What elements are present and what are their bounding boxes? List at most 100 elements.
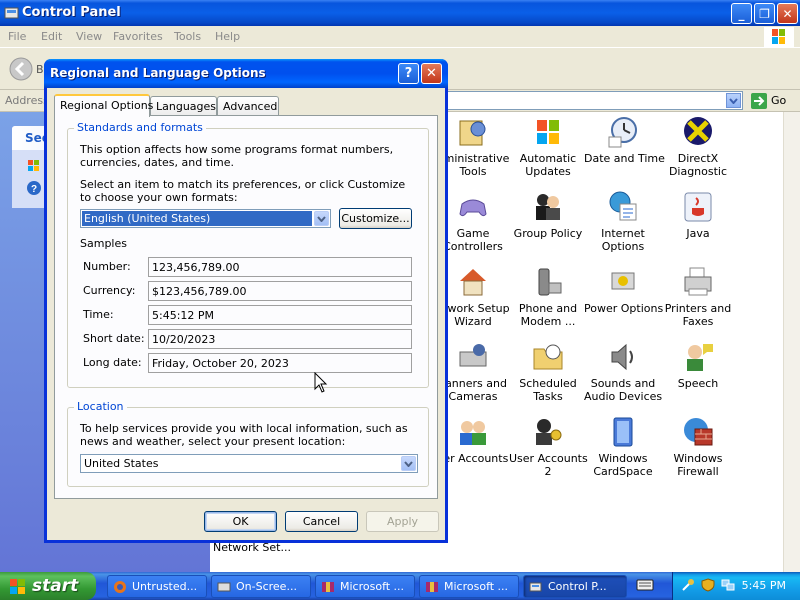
- dialog-title: Regional and Language Options: [50, 66, 266, 80]
- cp-item-label: Internet Options: [601, 227, 645, 253]
- users-group-icon: [536, 194, 560, 220]
- sample-number-label: Number:: [83, 260, 131, 273]
- control-panel-titlebar[interactable]: Control Panel _ ❐ ✕: [0, 0, 800, 26]
- cp-item-label: DirectX Diagnostic: [668, 152, 728, 178]
- menu-edit[interactable]: Edit: [41, 30, 62, 43]
- menu-bar: File Edit View Favorites Tools Help: [0, 26, 800, 48]
- help-icon[interactable]: ?: [26, 180, 42, 196]
- cp-item-windows-cardspace[interactable]: Windows CardSpace: [584, 415, 662, 478]
- cp-item-sounds-and-audio[interactable]: Sounds and Audio Devices: [584, 340, 662, 403]
- archive-icon: [426, 582, 438, 592]
- menu-favorites[interactable]: Favorites: [113, 30, 163, 43]
- cp-item-printers-and-faxes[interactable]: Printers and Faxes: [659, 265, 737, 328]
- address-label: Address: [5, 94, 49, 107]
- shield-icon[interactable]: [701, 578, 715, 592]
- cp-item-directx-diagnostic[interactable]: DirectX Diagnostic: [659, 115, 737, 178]
- cp-item-power-options[interactable]: Power Options: [584, 265, 664, 315]
- svg-text:?: ?: [31, 184, 37, 195]
- dialog-close-button[interactable]: ✕: [421, 63, 442, 84]
- cp-item-label: Power Options: [584, 302, 664, 315]
- speaker-icon: [611, 343, 633, 371]
- cp-item-label: Speech: [677, 377, 719, 390]
- dialog-help-button[interactable]: ?: [398, 63, 419, 84]
- back-arrow-icon[interactable]: [9, 57, 33, 81]
- back-label: B: [36, 63, 44, 76]
- sample-time-value: 5:45:12 PM: [148, 305, 412, 325]
- minimize-button[interactable]: _: [731, 3, 752, 24]
- select-description: Select an item to match its preferences,…: [80, 178, 406, 204]
- task-untrusted[interactable]: Untrusted...: [107, 575, 207, 598]
- tools-icon[interactable]: [681, 578, 695, 592]
- chevron-down-icon[interactable]: [314, 211, 329, 226]
- cp-item-internet-options[interactable]: Internet Options: [584, 190, 662, 253]
- windows-update-icon[interactable]: [26, 158, 42, 174]
- location-group: Location To help services provide you wi…: [67, 400, 429, 487]
- cp-item-group-policy[interactable]: Group Policy: [509, 190, 587, 240]
- close-button[interactable]: ✕: [777, 3, 798, 24]
- cancel-button[interactable]: Cancel: [285, 511, 358, 532]
- folder-clock-icon: [533, 344, 563, 370]
- cp-item-automatic-updates[interactable]: Automatic Updates: [509, 115, 587, 178]
- windows-logo-icon: [10, 579, 25, 594]
- location-select-value: United States: [84, 457, 159, 470]
- vertical-scrollbar[interactable]: [783, 112, 800, 572]
- cp-item-label: Java: [686, 227, 710, 240]
- windows-globe-icon: [537, 120, 559, 144]
- task-label: Untrusted...: [132, 580, 198, 593]
- mouse-cursor-icon: [314, 372, 328, 393]
- location-select[interactable]: United States: [80, 454, 418, 473]
- menu-view[interactable]: View: [76, 30, 102, 43]
- tab-advanced[interactable]: Advanced: [217, 96, 279, 116]
- cp-item-speech[interactable]: Speech: [659, 340, 737, 390]
- cp-item-java[interactable]: Java: [659, 190, 737, 240]
- menu-tools[interactable]: Tools: [174, 30, 201, 43]
- address-input[interactable]: [447, 91, 743, 110]
- cp-item-label: Sounds and Audio Devices: [584, 377, 663, 403]
- gamepad-icon: [459, 199, 487, 217]
- tab-languages[interactable]: Languages: [150, 96, 217, 116]
- menu-file[interactable]: File: [8, 30, 26, 43]
- go-arrow-icon[interactable]: [750, 92, 768, 110]
- standards-group-title: Standards and formats: [74, 121, 206, 134]
- task-on-screen-keyboard[interactable]: On-Scree...: [211, 575, 311, 598]
- cp-item-user-accounts-2[interactable]: User Accounts 2: [509, 415, 588, 478]
- tab-regional-options[interactable]: Regional Options: [54, 94, 153, 117]
- standards-group: Standards and formats This option affect…: [67, 121, 429, 388]
- users-icon: [460, 421, 486, 445]
- sample-time-label: Time:: [83, 308, 114, 321]
- restore-button[interactable]: ❐: [754, 3, 775, 24]
- clock[interactable]: 5:45 PM: [742, 579, 786, 592]
- printer-icon: [684, 267, 712, 296]
- network-icon[interactable]: [721, 578, 735, 592]
- cp-item-label: Windows CardSpace: [593, 452, 653, 478]
- format-select-value: English (United States): [82, 211, 312, 226]
- sample-short-date-label: Short date:: [83, 332, 145, 345]
- cp-item-windows-firewall[interactable]: Windows Firewall: [659, 415, 737, 478]
- internet-globe-icon: [609, 191, 637, 221]
- go-label[interactable]: Go: [771, 94, 786, 107]
- chevron-down-icon[interactable]: [401, 456, 416, 471]
- cp-item-label: Scheduled Tasks: [519, 377, 577, 403]
- java-cup-icon: [684, 192, 712, 222]
- chevron-down-icon[interactable]: [726, 93, 741, 108]
- format-select[interactable]: English (United States): [80, 209, 331, 228]
- menu-help[interactable]: Help: [215, 30, 240, 43]
- task-control-panel[interactable]: Control P...: [523, 575, 627, 598]
- tab-panel: Standards and formats This option affect…: [54, 115, 438, 499]
- start-label: start: [32, 576, 79, 596]
- start-button[interactable]: start: [0, 572, 96, 600]
- customize-button[interactable]: Customize...: [339, 208, 412, 229]
- task-microsoft-1[interactable]: Microsoft ...: [315, 575, 415, 598]
- sample-short-date-value: 10/20/2023: [148, 329, 412, 349]
- task-microsoft-2[interactable]: Microsoft ...: [419, 575, 519, 598]
- ok-button[interactable]: OK: [204, 511, 277, 532]
- cp-item-phone-and-modem[interactable]: Phone and Modem ...: [509, 265, 587, 328]
- cp-item-label: Phone and Modem ...: [518, 302, 578, 328]
- dialog-titlebar[interactable]: Regional and Language Options ? ✕: [44, 59, 448, 88]
- location-group-title: Location: [74, 400, 127, 413]
- keyboard-tray-icon[interactable]: [636, 577, 654, 593]
- cp-item-date-and-time[interactable]: Date and Time: [584, 115, 665, 165]
- apply-button[interactable]: Apply: [366, 511, 439, 532]
- cp-item-label: Group Policy: [513, 227, 583, 240]
- cp-item-scheduled-tasks[interactable]: Scheduled Tasks: [509, 340, 587, 403]
